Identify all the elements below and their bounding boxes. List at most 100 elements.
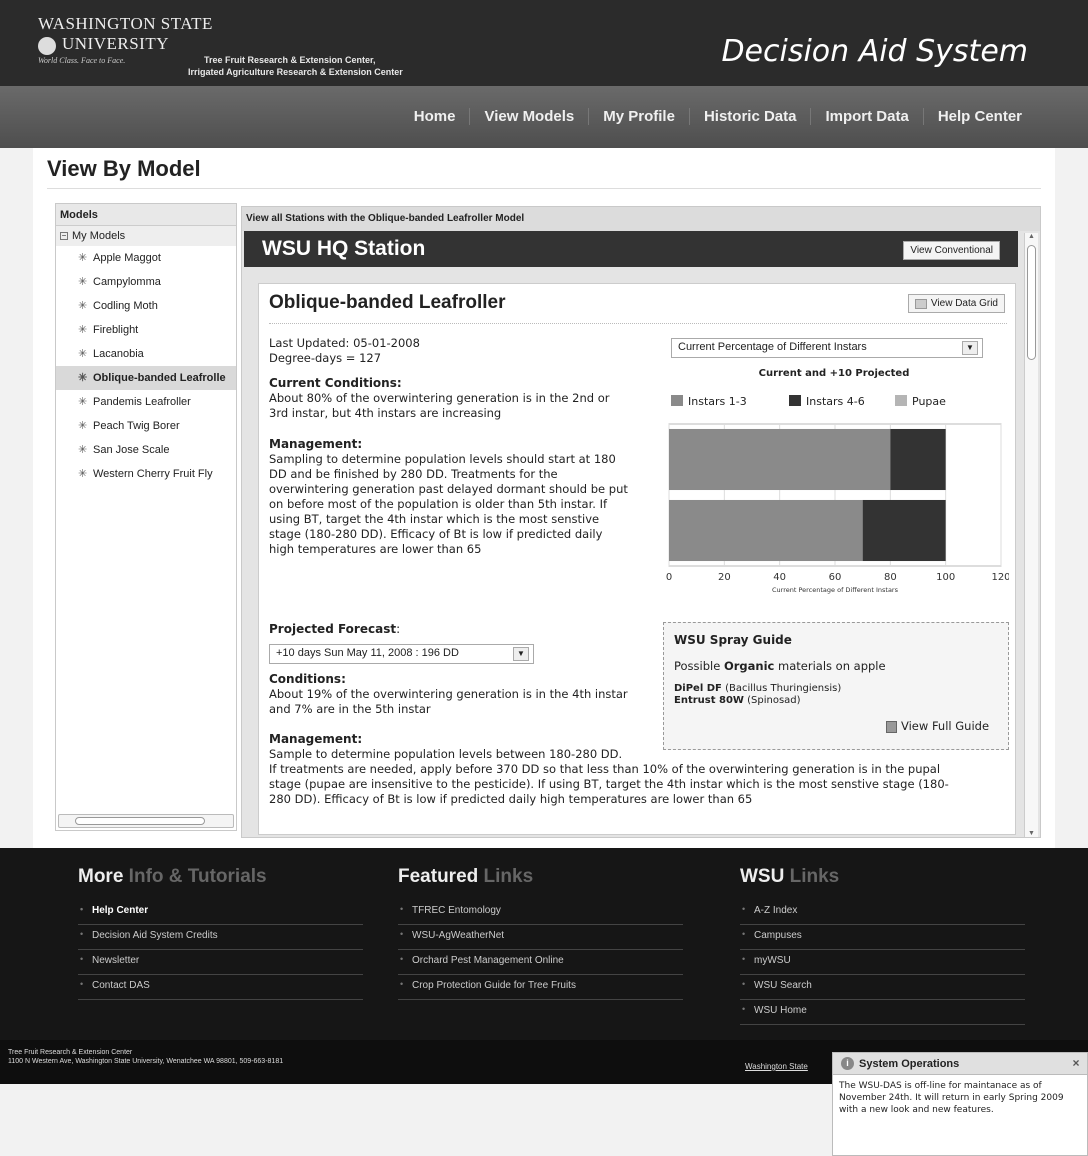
footer-link[interactable]: TFREC Entomology (398, 900, 683, 925)
crest-icon (38, 37, 56, 55)
sidebar-model-item[interactable]: ✳ San Jose Scale (56, 438, 236, 462)
proj-management-line: stage (pupae are insensitive to the pest… (269, 777, 949, 791)
model-list: ✳ Apple Maggot ✳ Campylomma ✳ Codling Moth ✳ Fi… (56, 246, 236, 486)
sidebar-model-item[interactable]: ✳ Peach Twig Borer (56, 414, 236, 438)
nav-historic-data[interactable]: Historic Data (690, 108, 812, 125)
guide-icon (886, 720, 897, 733)
footer-link[interactable]: Newsletter (78, 950, 363, 975)
sidebar-model-item[interactable]: ✳ Campylomma (56, 270, 236, 294)
footer-link[interactable]: Contact DAS (78, 975, 363, 1000)
spray-item-1: DiPel DF (Bacillus Thuringiensis) (674, 683, 841, 695)
nav-home[interactable]: Home (400, 108, 471, 125)
view-data-grid-button[interactable]: View Data Grid (907, 294, 1005, 313)
sidebar-model-item[interactable]: ✳ Apple Maggot (56, 246, 236, 270)
chevron-down-icon[interactable]: ▼ (962, 341, 978, 355)
nav-import-data[interactable]: Import Data (811, 108, 924, 125)
footer-title-a: More (78, 866, 124, 887)
forecast-select-value: +10 days Sun May 11, 2008 : 196 DD (276, 647, 459, 659)
footer-link[interactable]: Crop Protection Guide for Tree Fruits (398, 975, 683, 1000)
sidebar-model-item[interactable]: ✳ Lacanobia (56, 342, 236, 366)
station-bar: WSU HQ Station View Conventional (244, 231, 1018, 267)
chart-title: Current and +10 Projected (759, 368, 910, 379)
scroll-down-icon[interactable]: ▼ (1028, 830, 1035, 837)
sidebar-header: Models (56, 204, 236, 226)
scrollbar-thumb[interactable] (1027, 245, 1036, 360)
leaf-icon: ✳ (78, 372, 88, 384)
close-icon[interactable]: × (1069, 1056, 1083, 1070)
footer-col-wsu: WSU Links A-Z Index Campuses myWSU WSU S… (740, 866, 1025, 1025)
scrollbar-thumb[interactable] (75, 817, 205, 825)
proj-management-line: 280 DD). Efficacy of Bt is low if predic… (269, 792, 753, 806)
nav-help-center[interactable]: Help Center (924, 108, 1036, 125)
current-conditions-heading: Current Conditions: (269, 376, 402, 390)
leaf-icon: ✳ (78, 300, 88, 312)
footer-link[interactable]: Campuses (740, 925, 1025, 950)
sidebar-model-item[interactable]: ✳ Codling Moth (56, 294, 236, 318)
view-full-guide-link[interactable]: View Full Guide (886, 719, 989, 734)
legend-swatch (671, 395, 683, 406)
panel-vertical-scrollbar[interactable]: ▲ ▼ (1024, 233, 1038, 837)
leaf-icon: ✳ (78, 324, 88, 336)
legend-swatch (895, 395, 907, 406)
bar-segment (862, 499, 946, 562)
collapse-icon[interactable]: − (60, 232, 68, 240)
research-centers: Tree Fruit Research & Extension Center, … (188, 54, 403, 78)
footer-title-b: Links (784, 866, 840, 887)
system-operations-popup: i System Operations × The WSU-DAS is off… (832, 1052, 1088, 1156)
proj-conditions-line: and 7% are in the 5th instar (269, 702, 431, 716)
current-conditions-line: About 80% of the overwintering generatio… (269, 391, 610, 405)
forecast-select[interactable]: +10 days Sun May 11, 2008 : 196 DD ▼ (269, 644, 534, 664)
x-tick-label: 80 (884, 572, 897, 583)
footer-link[interactable]: myWSU (740, 950, 1025, 975)
scroll-up-icon[interactable]: ▲ (1028, 233, 1035, 240)
address-line: 1100 N Western Ave, Washington State Uni… (8, 1058, 284, 1065)
footer-link[interactable]: WSU Home (740, 1000, 1025, 1025)
my-models-group[interactable]: − My Models (56, 226, 236, 246)
logo-line2: UNIVERSITY (62, 34, 169, 53)
footer-title-b: Info & Tutorials (123, 866, 267, 887)
address-line: Tree Fruit Research & Extension Center (8, 1049, 133, 1056)
management-line: high temperatures are lower than 65 (269, 542, 482, 556)
sidebar-model-item[interactable]: ✳ Pandemis Leafroller (56, 390, 236, 414)
possible-suffix: materials on apple (774, 659, 886, 673)
wsu-link[interactable]: Washington State (745, 1062, 808, 1071)
x-tick-label: 40 (773, 572, 786, 583)
nav-my-profile[interactable]: My Profile (589, 108, 690, 125)
sidebar-model-label: Oblique-banded Leafrolle (93, 372, 226, 384)
grid-icon (914, 298, 927, 309)
footer: More Info & Tutorials Help Center Decisi… (0, 848, 1088, 1040)
sidebar-model-item[interactable]: ✳ Oblique-banded Leafrolle (56, 366, 236, 390)
model-content: Oblique-banded Leafroller View Data Grid… (258, 283, 1016, 835)
spray-guide-organic-line: Possible Organic materials on apple (674, 659, 886, 674)
organic-label: Organic (723, 659, 775, 673)
sidebar-model-item[interactable]: ✳ Western Cherry Fruit Fly (56, 462, 236, 486)
footer-link[interactable]: WSU Search (740, 975, 1025, 1000)
station-name: WSU HQ Station (262, 237, 426, 260)
wsu-logo[interactable]: WASHINGTON STATE UNIVERSITY World Class.… (38, 14, 213, 65)
app-title: Decision Aid System (721, 34, 1028, 69)
page-title: View By Model (47, 156, 201, 181)
legend-label: Instars 4-6 (806, 395, 865, 408)
x-tick-label: 20 (718, 572, 731, 583)
view-conventional-button[interactable]: View Conventional (903, 241, 1000, 260)
proj-conditions-heading: Conditions: (269, 672, 346, 686)
footer-link[interactable]: Help Center (78, 900, 363, 925)
bar-segment (669, 428, 891, 491)
footer-link[interactable]: A-Z Index (740, 900, 1025, 925)
projected-forecast-label: Projected Forecast (269, 622, 397, 636)
chevron-down-icon[interactable]: ▼ (513, 647, 529, 661)
sidebar-model-label: Peach Twig Borer (93, 420, 180, 432)
title-divider (47, 188, 1041, 189)
sidebar-horizontal-scrollbar[interactable] (58, 814, 234, 828)
spray-item-1-detail: (Bacillus Thuringiensis) (721, 683, 842, 694)
sidebar-model-item[interactable]: ✳ Fireblight (56, 318, 236, 342)
footer-link[interactable]: Orchard Pest Management Online (398, 950, 683, 975)
footer-link[interactable]: WSU-AgWeatherNet (398, 925, 683, 950)
panel-header[interactable]: View all Stations with the Oblique-bande… (242, 207, 1040, 231)
chart-type-select[interactable]: Current Percentage of Different Instars … (671, 338, 983, 358)
logo-tagline: World Class. Face to Face. (38, 56, 126, 65)
nav-view-models[interactable]: View Models (470, 108, 590, 125)
footer-link[interactable]: Decision Aid System Credits (78, 925, 363, 950)
sidebar-model-label: Codling Moth (93, 300, 158, 312)
spray-guide-title: WSU Spray Guide (674, 633, 792, 647)
